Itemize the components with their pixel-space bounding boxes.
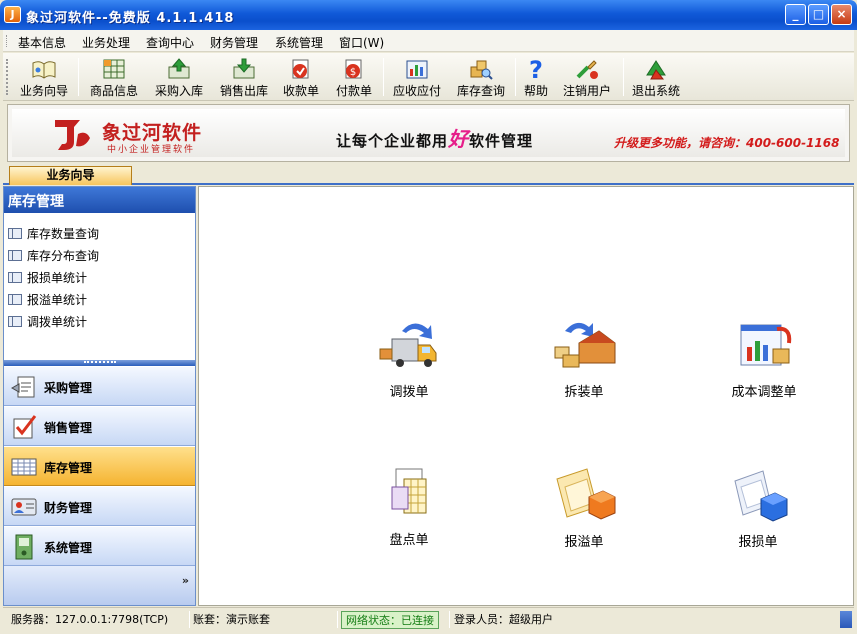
menu-finance[interactable]: 财务管理 (210, 34, 258, 51)
nav-more-button[interactable]: » (4, 566, 195, 605)
menu-query-center[interactable]: 查询中心 (146, 34, 194, 51)
brand-logo-icon (55, 120, 90, 150)
nav-finance[interactable]: 财务管理 (4, 486, 195, 526)
status-server: 服务器：127.0.0.1:7798(TCP) (11, 613, 169, 626)
slogan: 让每个企业都用好软件管理 (336, 127, 534, 151)
grid-icon (103, 59, 125, 79)
toolbar-separator (515, 58, 516, 96)
toolbar-help-button[interactable]: ? 帮助 (519, 55, 553, 99)
finance-card-icon (11, 498, 37, 516)
svg-text:?: ? (529, 57, 543, 81)
damage-box-icon (734, 470, 788, 522)
toolbar-logout-button[interactable]: 注销用户 (559, 55, 615, 99)
table-icon (8, 272, 22, 283)
nav-purchase[interactable]: 采购管理 (4, 366, 195, 406)
truck-icon (379, 323, 437, 367)
func-assembly-order[interactable]: 拆装单 (529, 317, 639, 400)
list-item-stock-qty[interactable]: 库存数量查询 (8, 225, 99, 243)
toolbar-goods-button[interactable]: 商品信息 (85, 55, 143, 99)
list-item-stock-distribution[interactable]: 库存分布查询 (8, 247, 99, 265)
logout-user-icon (576, 60, 598, 79)
upgrade-hotline[interactable]: 升级更多功能，请咨询：400-600-1168 (614, 134, 839, 151)
toolbar: 业务向导 商品信息 采购入库 销售出库 收款单 $ 付款单 应收应付 库存查询 … (3, 53, 854, 101)
overflow-box-icon (556, 468, 616, 520)
func-stocktake-order[interactable]: 盘点单 (354, 465, 464, 548)
func-damage-order[interactable]: 报损单 (703, 467, 813, 550)
status-account: 账套：演示账套 (193, 613, 270, 626)
toolbar-receipt-button[interactable]: 收款单 (276, 55, 326, 99)
checklist-icon (13, 415, 37, 439)
inventory-table-icon (11, 458, 37, 476)
func-overflow-order[interactable]: 报溢单 (529, 467, 639, 550)
exit-icon (646, 60, 666, 80)
maximize-button[interactable]: □ (808, 4, 829, 25)
menu-basic-info[interactable]: 基本信息 (18, 34, 66, 51)
func-cost-adjustment[interactable]: 成本调整单 (709, 317, 819, 400)
brand-subtitle: 中小企业管理软件 (107, 145, 196, 155)
system-device-icon (15, 534, 33, 560)
panel-title: 库存管理 (4, 187, 195, 213)
window-title: 象过河软件--免费版 4.1.1.418 (26, 11, 235, 26)
tab-strip: 业务向导 (3, 165, 854, 185)
toolbar-sales-out-button[interactable]: 销售出库 (214, 55, 274, 99)
menubar-grip[interactable] (6, 35, 9, 47)
list-item-damage-stats[interactable]: 报损单统计 (8, 269, 87, 287)
table-icon (8, 228, 22, 239)
minimize-button[interactable]: _ (785, 4, 806, 25)
status-network: 网络状态：已连接 (341, 611, 439, 629)
nav-sales[interactable]: 销售管理 (4, 406, 195, 446)
status-user: 登录人员：超级用户 (454, 613, 553, 626)
toolbar-separator (623, 58, 624, 96)
help-icon: ? (529, 57, 543, 81)
banner: 象过河软件 中小企业管理软件 让每个企业都用好软件管理 升级更多功能，请咨询：4… (7, 104, 850, 162)
receipt-in-icon (292, 59, 309, 79)
toolbar-purchase-in-button[interactable]: 采购入库 (149, 55, 209, 99)
func-transfer-order[interactable]: 调拨单 (354, 317, 464, 400)
toolbar-exit-button[interactable]: 退出系统 (627, 55, 685, 99)
list-item-overflow-stats[interactable]: 报溢单统计 (8, 291, 87, 309)
status-bar: 服务器：127.0.0.1:7798(TCP) 账套：演示账套 网络状态：已连接… (3, 607, 854, 631)
toolbar-separator (383, 58, 384, 96)
left-panel: 库存管理 库存数量查询 库存分布查询 报损单统计 报溢单统计 调拨单统计 采购管… (3, 186, 196, 606)
svg-text:$: $ (350, 67, 356, 78)
inbox-down-icon (233, 58, 255, 79)
chart-icon (406, 60, 428, 79)
title-bar: J 象过河软件--免费版 4.1.1.418 _ □ × (0, 0, 857, 30)
toolbar-separator (78, 58, 79, 96)
main-area: 调拨单 拆装单 成本调整单 盘点单 报溢单 报损单 (198, 186, 854, 606)
inbox-up-icon (168, 58, 190, 79)
menu-bar: 基本信息 业务处理 查询中心 财务管理 系统管理 窗口(W) (3, 30, 854, 52)
toolbar-guide-button[interactable]: 业务向导 (15, 55, 73, 99)
stock-query-icon (470, 60, 493, 80)
table-icon (8, 294, 22, 305)
purchase-order-icon (10, 376, 35, 398)
tab-business-guide[interactable]: 业务向导 (9, 166, 132, 185)
warehouse-icon (554, 322, 616, 368)
toolbar-ar-ap-button[interactable]: 应收应付 (387, 55, 447, 99)
cost-chart-icon (740, 324, 792, 366)
list-item-transfer-stats[interactable]: 调拨单统计 (8, 313, 87, 331)
chevron-double-right-icon: » (181, 574, 189, 587)
receipt-out-icon: $ (345, 59, 362, 79)
menu-system[interactable]: 系统管理 (275, 34, 323, 51)
table-icon (8, 316, 22, 327)
menu-business[interactable]: 业务处理 (82, 34, 130, 51)
resize-grip[interactable] (840, 611, 852, 628)
nav-system[interactable]: 系统管理 (4, 526, 195, 566)
spreadsheet-icon (391, 468, 427, 514)
toolbar-grip[interactable] (6, 59, 9, 95)
toolbar-payment-button[interactable]: $ 付款单 (329, 55, 379, 99)
table-icon (8, 250, 22, 261)
menu-window[interactable]: 窗口(W) (339, 34, 384, 51)
brand-name: 象过河软件 (102, 122, 203, 144)
book-icon (32, 61, 56, 79)
nav-inventory[interactable]: 库存管理 (4, 446, 195, 486)
app-logo-icon[interactable]: J (4, 6, 21, 23)
close-button[interactable]: × (831, 4, 852, 25)
toolbar-stock-query-button[interactable]: 库存查询 (451, 55, 511, 99)
